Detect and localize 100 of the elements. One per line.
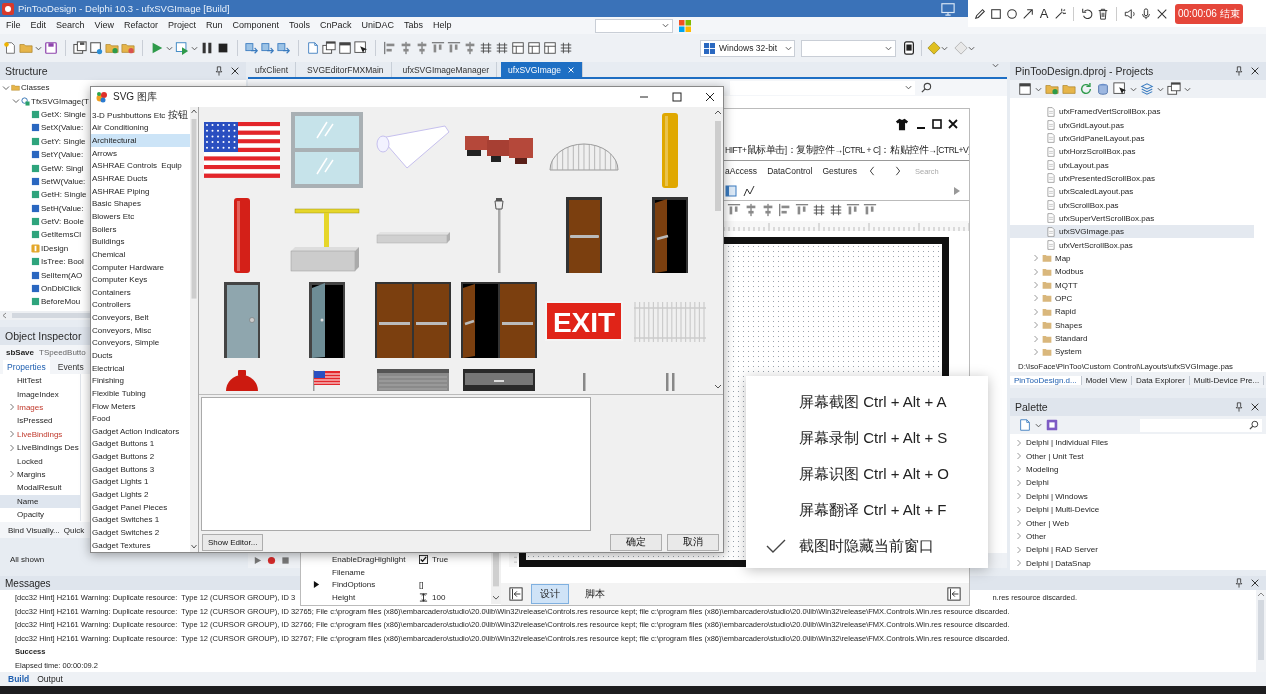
tree-item[interactable]: GetX: Single	[0, 107, 86, 122]
microphone-icon[interactable]	[1140, 7, 1152, 20]
close-icon[interactable]	[1250, 578, 1260, 588]
palette-tab[interactable]: aAccess	[725, 166, 758, 176]
category-item[interactable]: Gadget Buttons 3	[91, 462, 190, 476]
align-center-icon[interactable]	[399, 41, 413, 55]
property-name[interactable]: LiveBindings Des	[0, 440, 80, 455]
chevron-icon[interactable]	[8, 403, 16, 412]
palette-item[interactable]: Delphi | Windows	[1010, 489, 1266, 503]
tree-item[interactable]: System	[1010, 345, 1254, 359]
stop-icon[interactable]	[216, 41, 230, 55]
align-top-icon[interactable]	[846, 203, 860, 217]
tree-item[interactable]: OnDblClick	[0, 281, 81, 296]
show-editor-button[interactable]: Show Editor...	[202, 533, 264, 551]
close-icon[interactable]	[705, 92, 715, 102]
panel-tab[interactable]: Data Explorer	[1131, 375, 1190, 385]
tree-item[interactable]: BeforeMou	[0, 295, 81, 309]
caret-icon[interactable]	[1130, 85, 1137, 93]
pause-icon[interactable]	[200, 41, 214, 55]
window-icon[interactable]	[338, 41, 352, 55]
arrow-icon[interactable]	[1022, 7, 1034, 20]
close-icon[interactable]	[947, 118, 959, 130]
category-item[interactable]: Flexible Tubing	[91, 387, 190, 400]
search-field[interactable]	[1140, 418, 1262, 432]
inspector-link[interactable]: Bind Visually...	[8, 525, 60, 535]
tree-item[interactable]: ufxGridPanelLayout.pas	[1010, 131, 1254, 146]
phone-icon[interactable]	[902, 41, 916, 55]
square-arrow-icon[interactable]	[277, 41, 291, 55]
tree-item[interactable]: ufxGridLayout.pas	[1010, 118, 1254, 132]
category-item[interactable]: Gadget Buttons 2	[91, 450, 190, 463]
pin-icon[interactable]	[214, 66, 224, 76]
category-item[interactable]: ASHRAE Controls Equip	[91, 159, 190, 173]
tree-item[interactable]: Rapid	[1010, 305, 1254, 319]
caret-icon[interactable]	[992, 62, 999, 69]
category-item[interactable]: Gadget Lights 2	[91, 488, 190, 501]
tree-item[interactable]: Standard	[1010, 331, 1254, 346]
close-icon[interactable]	[1250, 402, 1260, 412]
chevron-icon[interactable]	[12, 97, 20, 106]
view-tab[interactable]: 设计	[531, 584, 569, 604]
scrollbar[interactable]	[1256, 590, 1266, 672]
property-name[interactable]: HitTest	[0, 374, 80, 388]
folder-icon[interactable]	[105, 41, 119, 55]
close-icon[interactable]	[230, 66, 240, 76]
category-item[interactable]: Ducts	[91, 349, 190, 362]
pin-icon[interactable]	[1234, 402, 1244, 412]
property-name[interactable]: Name	[0, 494, 80, 508]
chevron-icon[interactable]	[2, 83, 10, 92]
menu-item[interactable]: Tabs	[399, 18, 429, 33]
menu-item[interactable]: 截图时隐藏当前窗口	[746, 528, 988, 564]
folder-icon[interactable]	[1062, 82, 1076, 96]
category-item[interactable]: Gadget Textures	[91, 538, 190, 552]
property-name[interactable]: FindOptions	[301, 580, 419, 590]
tree-item[interactable]: SelItem(AO	[0, 268, 83, 282]
tree-item[interactable]: SetX(Value:	[0, 121, 84, 135]
layers-icon[interactable]	[1140, 82, 1154, 96]
caret-icon[interactable]	[191, 44, 198, 52]
menu-item[interactable]: File	[1, 18, 26, 33]
square-arrow-icon[interactable]	[261, 41, 275, 55]
tree-item[interactable]: GetV: Boole	[0, 214, 84, 229]
tree-item[interactable]: TfxSVGImage(T	[0, 94, 89, 108]
caret-icon[interactable]	[1184, 85, 1191, 93]
floppy-disks-icon[interactable]	[73, 41, 87, 55]
property-name[interactable]: LiveBindings	[0, 427, 80, 441]
square-arrow-icon[interactable]	[245, 41, 259, 55]
align-center-icon[interactable]	[463, 41, 477, 55]
window-icon[interactable]	[1018, 82, 1032, 96]
line-chart-icon[interactable]	[743, 184, 755, 197]
folder-icon[interactable]	[121, 41, 135, 55]
menu-item[interactable]: CnPack	[315, 18, 357, 33]
category-item[interactable]: ASHRAE Piping	[91, 184, 190, 198]
caret-icon[interactable]	[1035, 421, 1042, 429]
palette-item[interactable]: Delphi | DataSnap	[1010, 556, 1266, 570]
category-item[interactable]: Conveyors, Simple	[91, 336, 190, 350]
double-door-image[interactable]	[373, 280, 454, 360]
category-item[interactable]: Architectural	[91, 134, 190, 147]
tree-item[interactable]: Classes	[0, 81, 50, 95]
menu-item[interactable]: 屏幕翻译 Ctrl + Alt + F	[746, 492, 988, 528]
category-item[interactable]: Blowers Etc	[91, 210, 190, 223]
pin-icon[interactable]	[1234, 578, 1244, 588]
category-item[interactable]: Computer Hardware	[91, 260, 190, 274]
grid-icon[interactable]	[479, 41, 493, 55]
menu-item[interactable]: 屏幕截图 Ctrl + Alt + A	[746, 384, 988, 420]
grid-icon[interactable]	[829, 203, 843, 217]
tree-item[interactable]: GetH: Single	[0, 188, 87, 202]
chevron-icon[interactable]	[8, 443, 16, 452]
maximize-icon[interactable]	[931, 118, 943, 130]
panel-tab[interactable]: PinTooDesign.d...	[1010, 375, 1082, 385]
tree-item[interactable]: ufxVertScrollBox.pas	[1010, 238, 1254, 252]
chevron-icon[interactable]	[8, 470, 16, 479]
undo-icon[interactable]	[1081, 7, 1093, 20]
panel-icon[interactable]	[725, 184, 737, 197]
category-item[interactable]: Boilers	[91, 222, 190, 236]
inspector-tab[interactable]: Properties	[3, 360, 50, 374]
tree-item[interactable]: MQTT	[1010, 278, 1254, 292]
property-name[interactable]: EnableDragHighlight	[301, 555, 419, 565]
layout-icon[interactable]	[511, 41, 525, 55]
palette-item[interactable]: Other | Unit Test	[1010, 449, 1266, 463]
page-icon[interactable]	[3, 41, 17, 55]
category-item[interactable]: Finishing	[91, 374, 190, 388]
checkbox[interactable]	[419, 555, 428, 565]
